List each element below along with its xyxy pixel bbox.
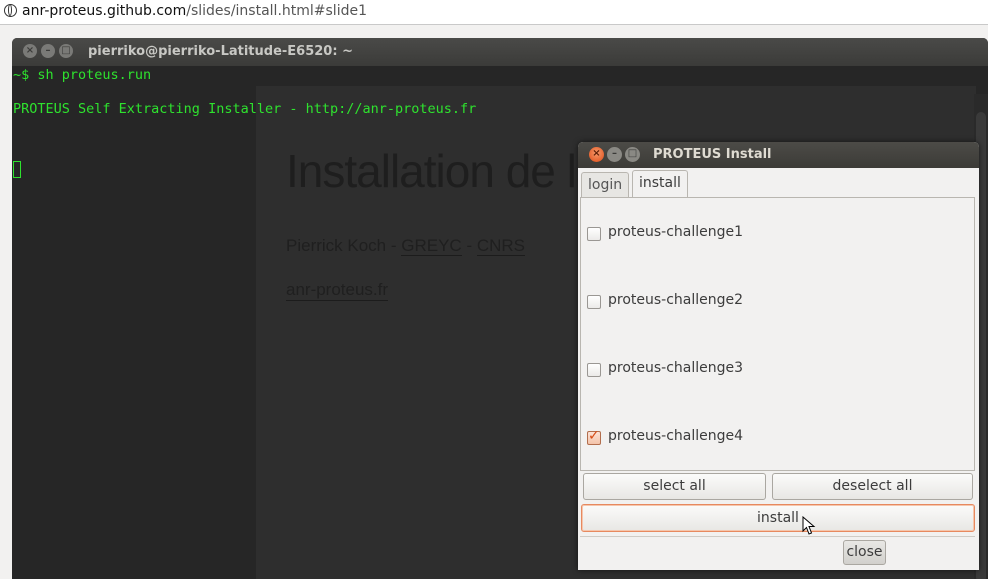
maximize-icon[interactable]: □ xyxy=(59,44,73,58)
close-icon[interactable]: × xyxy=(589,147,604,162)
package-label: proteus-challenge2 xyxy=(608,292,744,308)
mouse-pointer-icon xyxy=(802,516,816,535)
checkbox-challenge1[interactable] xyxy=(587,227,601,241)
tab-install[interactable]: install xyxy=(632,170,688,197)
maximize-icon[interactable]: □ xyxy=(625,147,640,162)
minimize-icon[interactable]: – xyxy=(607,147,622,162)
slide-author: Pierrick Koch - xyxy=(286,236,402,255)
dialog-titlebar[interactable]: × – □ PROTEUS Install xyxy=(578,142,979,168)
proteus-install-dialog: × – □ PROTEUS Install login install prot… xyxy=(578,142,979,570)
checkbox-challenge3[interactable] xyxy=(587,363,601,377)
url-text[interactable]: anr-proteus.github.com/slides/install.ht… xyxy=(22,3,367,19)
slide-link-greyc[interactable]: GREYC xyxy=(401,236,462,256)
checkbox-challenge4[interactable] xyxy=(587,428,601,445)
package-label: proteus-challenge4 xyxy=(608,428,744,444)
terminal-titlebar[interactable]: × – □ pierriko@pierriko-Latitude-E6520: … xyxy=(12,38,988,66)
close-icon[interactable]: × xyxy=(23,44,37,58)
slide-link-cnrs[interactable]: CNRS xyxy=(476,236,525,256)
url-host: anr-proteus.github.com xyxy=(22,3,187,19)
dialog-title: PROTEUS Install xyxy=(653,147,772,162)
deselect-all-button[interactable]: deselect all xyxy=(772,473,973,500)
checkbox-challenge2[interactable] xyxy=(587,295,601,309)
package-label: proteus-challenge3 xyxy=(608,360,744,376)
install-button[interactable]: install xyxy=(581,504,975,532)
divider xyxy=(580,536,975,537)
terminal-title: pierriko@pierriko-Latitude-E6520: ~ xyxy=(88,44,353,59)
url-path: /slides/install.html#slide1 xyxy=(186,3,367,19)
slide-authors: Pierrick Koch - GREYC - CNRS xyxy=(286,236,525,256)
close-button[interactable]: close xyxy=(843,540,886,565)
install-tab-panel: proteus-challenge1 proteus-challenge2 pr… xyxy=(580,197,975,471)
package-label: proteus-challenge1 xyxy=(608,224,744,240)
terminal-cursor xyxy=(13,161,21,178)
terminal-command-line: ~$ sh proteus.run xyxy=(13,67,152,83)
select-all-button[interactable]: select all xyxy=(583,473,766,500)
terminal-output-line: PROTEUS Self Extracting Installer - http… xyxy=(13,101,477,117)
globe-icon xyxy=(4,4,17,17)
minimize-icon[interactable]: – xyxy=(41,44,55,58)
browser-url-bar[interactable]: anr-proteus.github.com/slides/install.ht… xyxy=(0,0,988,25)
slide-site-link[interactable]: anr-proteus.fr xyxy=(286,280,389,301)
slide-separator: - xyxy=(461,236,477,255)
tab-login[interactable]: login xyxy=(581,172,630,197)
